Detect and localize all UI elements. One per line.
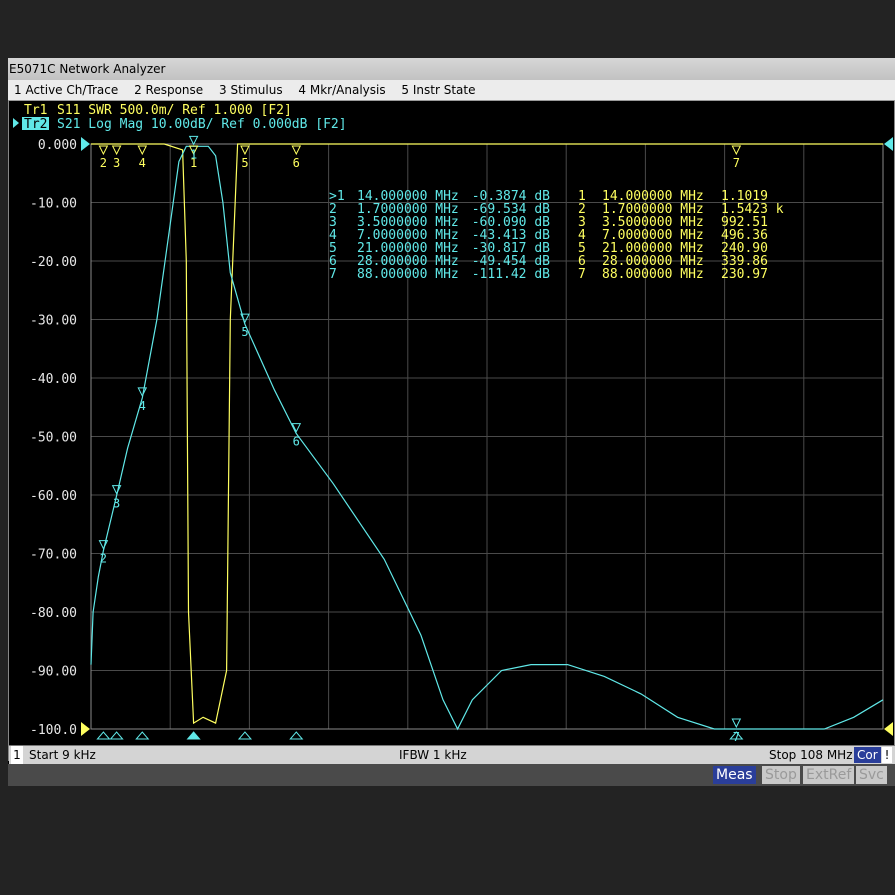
meas-indicator[interactable]: Meas bbox=[713, 766, 756, 784]
stimulus-marker-4 bbox=[135, 731, 150, 740]
trace-plot[interactable]: Tr1 S11 SWR 500.0m/ Ref 1.000 [F2] Tr2 S… bbox=[9, 101, 894, 746]
analyzer-window: E5071C Network Analyzer 1 Active Ch/Trac… bbox=[8, 58, 895, 786]
tr1-marker-7 bbox=[731, 145, 742, 156]
channel-number[interactable]: 1 bbox=[11, 746, 23, 764]
y-tick-label: -30.00 bbox=[30, 314, 77, 329]
tr2-marker-id: 7 bbox=[329, 267, 337, 282]
tr1-marker-label: 5 bbox=[241, 156, 248, 170]
tr2-ref-right-icon bbox=[884, 137, 893, 151]
stimulus-marker-6 bbox=[289, 731, 304, 740]
instrument-status-bar: Meas Stop ExtRef Svc bbox=[8, 764, 895, 786]
tr2-marker-1 bbox=[188, 135, 199, 146]
menu-response[interactable]: 2 Response bbox=[128, 80, 209, 100]
y-tick-label: -20.00 bbox=[30, 255, 77, 270]
tr2-ref-left-icon bbox=[81, 137, 90, 151]
y-tick-label: -80.00 bbox=[30, 606, 77, 621]
ifbw-setting[interactable]: IFBW 1 kHz bbox=[399, 746, 467, 764]
tr1-marker-4 bbox=[137, 145, 148, 156]
alert-badge: ! bbox=[882, 747, 892, 763]
tr1-marker-label: 7 bbox=[733, 156, 740, 170]
svc-indicator[interactable]: Svc bbox=[856, 766, 887, 784]
y-tick-label: 0.000 bbox=[38, 138, 77, 153]
tr2-marker-label: 2 bbox=[100, 552, 107, 566]
measurement-screen: Tr1 S11 SWR 500.0m/ Ref 1.000 [F2] Tr2 S… bbox=[8, 101, 895, 764]
active-trace-arrow-icon bbox=[13, 118, 19, 128]
tr1-marker-label: 2 bbox=[100, 156, 107, 170]
y-tick-label: -40.00 bbox=[30, 372, 77, 387]
tr2-marker-7 bbox=[731, 718, 742, 729]
y-tick-label: -10.00 bbox=[30, 197, 77, 212]
tr2-marker-label: 5 bbox=[241, 325, 248, 339]
tr2-settings: S21 Log Mag 10.00dB/ Ref 0.000dB [F2] bbox=[57, 117, 347, 132]
menu-stimulus[interactable]: 3 Stimulus bbox=[213, 80, 289, 100]
menu-mkr-analysis[interactable]: 4 Mkr/Analysis bbox=[292, 80, 391, 100]
y-tick-label: -100.0 bbox=[30, 723, 77, 738]
y-tick-label: -70.00 bbox=[30, 548, 77, 563]
tr2-marker-label: 4 bbox=[139, 399, 146, 413]
menu-active-ch-trace[interactable]: 1 Active Ch/Trace bbox=[8, 80, 124, 100]
menu-instr-state[interactable]: 5 Instr State bbox=[395, 80, 481, 100]
tr2-marker-label: 6 bbox=[293, 435, 300, 449]
window-title: E5071C Network Analyzer bbox=[9, 62, 166, 76]
tr1-marker-6 bbox=[291, 145, 302, 156]
tr1-marker-value: 230.97 bbox=[721, 267, 768, 282]
stimulus-marker-5 bbox=[237, 731, 253, 740]
correction-badge: Cor bbox=[854, 747, 881, 763]
stimulus-marker-1 bbox=[186, 731, 201, 740]
tr2-marker-4 bbox=[137, 387, 148, 398]
tr1-marker-3 bbox=[111, 145, 122, 156]
title-bar: E5071C Network Analyzer bbox=[8, 58, 895, 80]
tr1-settings: S11 SWR 500.0m/ Ref 1.000 [F2] bbox=[57, 103, 292, 118]
tr1-ref-left-icon bbox=[81, 722, 90, 736]
tr1-marker-2 bbox=[98, 145, 109, 156]
tr1-marker-label: 3 bbox=[113, 156, 120, 170]
tr2-label[interactable]: Tr2 bbox=[24, 117, 47, 132]
y-tick-label: -90.00 bbox=[30, 665, 77, 680]
tr2-marker-3 bbox=[111, 485, 122, 495]
y-tick-label: -60.00 bbox=[30, 489, 77, 504]
tr2-marker-value: -111.42 dB bbox=[472, 267, 550, 282]
tr1-label[interactable]: Tr1 bbox=[24, 103, 47, 118]
start-frequency[interactable]: Start 9 kHz bbox=[29, 746, 96, 764]
tr1-marker-label: 6 bbox=[293, 156, 300, 170]
stop-indicator[interactable]: Stop bbox=[762, 766, 800, 784]
extref-indicator[interactable]: ExtRef bbox=[803, 766, 855, 784]
tr1-marker-freq: 88.000000 MHz bbox=[602, 267, 704, 282]
tr2-marker-label: 3 bbox=[113, 497, 120, 511]
stimulus-marker-3 bbox=[109, 731, 124, 740]
menu-bar: 1 Active Ch/Trace 2 Response 3 Stimulus … bbox=[8, 80, 895, 101]
tr1-ref-right-icon bbox=[884, 722, 893, 736]
tr2-marker-freq: 88.000000 MHz bbox=[357, 267, 459, 282]
y-tick-label: -50.00 bbox=[30, 431, 77, 446]
status-bar: 1 Start 9 kHz IFBW 1 kHz Stop 108 MHz Co… bbox=[9, 745, 895, 764]
y-axis-ticks: 0.000 -10.00 -20.00 -30.00 -40.00 -50.00 -60.0… bbox=[30, 138, 77, 738]
tr2-marker-label: 1 bbox=[190, 147, 197, 161]
stop-frequency[interactable]: Stop 108 MHz bbox=[769, 746, 853, 764]
tr2-marker-2 bbox=[98, 540, 109, 550]
stimulus-marker-2 bbox=[96, 731, 111, 740]
tr1-marker-5 bbox=[240, 145, 250, 156]
tr1-marker-id: 7 bbox=[578, 267, 586, 282]
tr1-marker-label: 4 bbox=[139, 156, 146, 170]
